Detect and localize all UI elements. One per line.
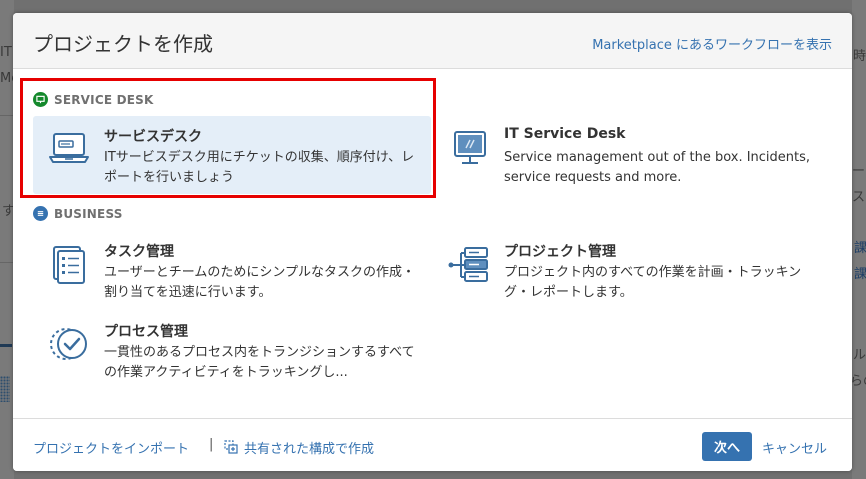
project-type-title: IT Service Desk: [504, 126, 626, 142]
background-bar: [0, 344, 12, 347]
background-text: 時: [853, 49, 866, 64]
project-type-description: ITサービスデスク用にチケットの収集、順序付け、レポートを行いましょう: [104, 150, 415, 185]
background-text: IT: [0, 45, 12, 60]
project-server-icon: [447, 241, 491, 285]
project-type-title: タスク管理: [104, 244, 174, 260]
background-link[interactable]: 課: [854, 237, 866, 256]
dialog-header: プロジェクトを作成 Marketplace にあるワークフローを表示: [13, 13, 852, 69]
section-header-business: BUSINESS: [33, 206, 123, 221]
background-divider: [0, 262, 13, 263]
shared-config-icon: [224, 439, 238, 454]
project-type-description: Service management out of the box. Incid…: [504, 150, 811, 185]
project-type-process-management[interactable]: プロセス管理 一貫性のあるプロセス内をトランジションするすべての作業アクティビテ…: [33, 311, 431, 389]
marketplace-workflows-link[interactable]: Marketplace にあるワークフローを表示: [592, 34, 832, 53]
project-type-service-desk[interactable]: サービスデスク ITサービスデスク用にチケットの収集、順序付け、レポートを行いま…: [33, 116, 431, 194]
dialog-title: プロジェクトを作成: [33, 32, 213, 56]
background-dots: [0, 376, 10, 402]
import-project-link[interactable]: プロジェクトをインポート: [33, 438, 189, 457]
laptop-icon: [47, 126, 91, 170]
checklist-icon: [47, 241, 91, 285]
dialog-footer: プロジェクトをインポート | 共有された構成で作成 次へ キャンセル: [13, 418, 852, 471]
create-project-dialog: プロジェクトを作成 Marketplace にあるワークフローを表示 SERVI…: [13, 13, 852, 471]
background-link[interactable]: 課: [854, 263, 866, 282]
create-with-shared-config-link[interactable]: 共有された構成で作成: [244, 438, 374, 457]
process-check-icon: [47, 321, 91, 365]
project-type-description: プロジェクト内のすべての作業を計画・トラッキング・レポートします。: [504, 265, 802, 300]
cancel-link[interactable]: キャンセル: [762, 438, 827, 457]
project-type-description: ユーザーとチームのためにシンプルなタスクの作成・割り当てを迅速に行います。: [104, 265, 415, 300]
next-button[interactable]: 次へ: [702, 432, 752, 461]
project-type-title: プロジェクト管理: [504, 244, 616, 260]
background-text: らの: [850, 374, 866, 389]
section-label: BUSINESS: [54, 206, 123, 221]
background-text: スタ: [852, 190, 866, 205]
project-type-project-management[interactable]: プロジェクト管理 プロジェクト内のすべての作業を計画・トラッキング・レポートしま…: [433, 231, 831, 309]
project-type-title: サービスデスク: [104, 129, 202, 145]
project-type-title: プロセス管理: [104, 324, 188, 340]
project-type-description: 一貫性のあるプロセス内をトランジションするすべての作業アクティビティをトラッキン…: [104, 345, 415, 380]
list-icon: [33, 206, 48, 221]
project-type-task-management[interactable]: タスク管理 ユーザーとチームのためにシンプルなタスクの作成・割り当てを迅速に行い…: [33, 231, 431, 309]
monitor-screen-icon: [447, 126, 491, 170]
background-text: ージ: [852, 164, 866, 179]
background-text: ル: [853, 348, 866, 363]
project-type-it-service-desk[interactable]: IT Service Desk Service management out o…: [433, 116, 831, 194]
footer-separator: |: [209, 437, 214, 452]
background-divider: [0, 115, 13, 116]
